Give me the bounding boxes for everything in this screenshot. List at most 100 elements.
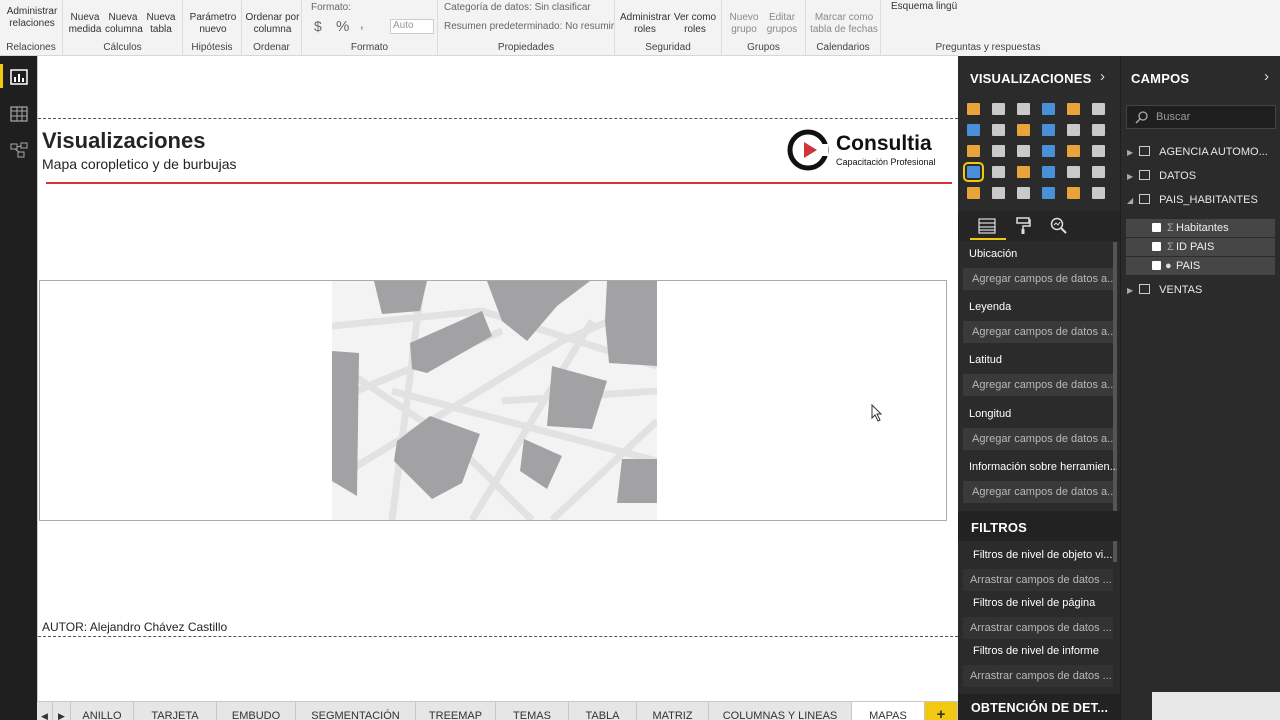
visual-type-icon[interactable] <box>992 166 1005 178</box>
visual-type-icon[interactable] <box>1092 145 1105 157</box>
field-checkbox[interactable] <box>1152 223 1161 232</box>
search-placeholder: Buscar <box>1156 111 1191 123</box>
well-drop-latitud[interactable]: Agregar campos de datos a... <box>963 374 1113 396</box>
visual-type-icon[interactable] <box>967 145 980 157</box>
well-drop-leyenda[interactable]: Agregar campos de datos a... <box>963 321 1113 343</box>
visual-type-icon[interactable] <box>1017 145 1030 157</box>
visual-type-icon[interactable] <box>992 145 1005 157</box>
edit-groups-button[interactable]: Editar grupos <box>764 12 800 36</box>
comma-button[interactable]: , <box>360 16 364 31</box>
tab-matriz[interactable]: MATRIZ <box>637 702 709 720</box>
visual-type-icon[interactable] <box>967 187 980 199</box>
well-drop-tooltips[interactable]: Agregar campos de datos a... <box>963 481 1113 503</box>
visual-type-icon[interactable] <box>1092 166 1105 178</box>
visual-type-icon[interactable] <box>1092 103 1105 115</box>
visual-type-icon[interactable] <box>1067 145 1080 157</box>
manage-roles-button[interactable]: Administrar roles <box>620 12 671 36</box>
table-datos[interactable]: ▶ DATOS <box>1127 170 1196 182</box>
visual-type-icon[interactable] <box>1092 187 1105 199</box>
new-parameter-button[interactable]: Parámetro nuevo <box>187 12 239 36</box>
field-habitantes[interactable]: Σ Habitantes <box>1126 219 1275 237</box>
visual-type-icon[interactable] <box>1042 166 1055 178</box>
visual-type-icon[interactable] <box>1042 103 1055 115</box>
visual-type-icon[interactable] <box>967 124 980 136</box>
new-table-button[interactable]: Nueva tabla <box>143 12 179 36</box>
viz-tab-strip <box>958 211 1120 241</box>
ribbon-group-seguridad: Administrar roles Ver como roles Segurid… <box>615 0 722 56</box>
visual-type-icon[interactable] <box>1017 124 1030 136</box>
data-icon[interactable] <box>10 106 28 122</box>
manage-relationships-button[interactable]: Administrar relaciones <box>2 6 62 30</box>
percent-button[interactable]: % <box>336 18 349 35</box>
fields-tab-icon[interactable] <box>978 218 996 234</box>
tab-temas[interactable]: TEMAS <box>496 702 569 720</box>
well-label-latitud: Latitud <box>969 354 1003 366</box>
view-as-roles-button[interactable]: Ver como roles <box>672 12 718 36</box>
ribbon-group-calculos: Nueva medida Nueva columna Nueva tabla C… <box>63 0 183 56</box>
visual-type-icon[interactable] <box>1067 103 1080 115</box>
tab-segmentacion[interactable]: SEGMENTACIÓN <box>296 702 416 720</box>
well-drop-longitud[interactable]: Agregar campos de datos a... <box>963 428 1113 450</box>
sort-by-column-button[interactable]: Ordenar por columna <box>245 12 300 36</box>
tab-scroll-right-icon[interactable]: ▶ <box>53 702 71 720</box>
report-icon[interactable] <box>10 69 28 85</box>
visual-type-icon[interactable] <box>967 103 980 115</box>
table-name: VENTAS <box>1159 284 1203 296</box>
field-checkbox[interactable] <box>1152 242 1161 251</box>
filters-header[interactable]: FILTROS <box>958 511 1120 541</box>
visual-type-icon[interactable] <box>1067 124 1080 136</box>
visual-type-icon[interactable] <box>1042 145 1055 157</box>
field-id-pais[interactable]: Σ ID PAIS <box>1126 238 1275 256</box>
new-group-button[interactable]: Nuevo grupo <box>726 12 762 36</box>
model-icon[interactable] <box>10 142 28 158</box>
field-pais[interactable]: ● PAIS <box>1126 257 1275 275</box>
filter-report-level-drop[interactable]: Arrastrar campos de datos ... <box>963 665 1113 687</box>
field-checkbox[interactable] <box>1152 261 1161 270</box>
expand-chevron-icon: ▶ <box>1127 286 1134 295</box>
tab-mapas[interactable]: MAPAS <box>852 702 925 720</box>
visual-type-icon[interactable] <box>1042 124 1055 136</box>
filter-visual-level-drop[interactable]: Arrastrar campos de datos ... <box>963 569 1113 591</box>
tab-scroll-left-icon[interactable]: ◀ <box>37 702 53 720</box>
table-pais-habitantes[interactable]: ◢ PAIS_HABITANTES <box>1127 194 1258 206</box>
currency-button[interactable]: $ <box>314 18 322 34</box>
collapse-fields-chevron-icon[interactable]: › <box>1264 68 1269 85</box>
tab-treemap[interactable]: TREEMAP <box>416 702 496 720</box>
visual-type-icon[interactable] <box>1017 166 1030 178</box>
mark-date-table-button[interactable]: Marcar como tabla de fechas <box>808 12 880 36</box>
analytics-magnifier-icon[interactable] <box>1050 217 1068 235</box>
new-column-button[interactable]: Nueva columna <box>105 12 143 36</box>
visual-type-icon[interactable] <box>1092 124 1105 136</box>
visual-type-icon[interactable] <box>992 124 1005 136</box>
tab-tabla[interactable]: TABLA <box>569 702 637 720</box>
visual-type-icon[interactable] <box>1017 187 1030 199</box>
add-page-button[interactable]: + <box>925 702 958 720</box>
new-measure-button[interactable]: Nueva medida <box>67 12 103 36</box>
visual-type-icon[interactable] <box>992 187 1005 199</box>
tab-embudo[interactable]: EMBUDO <box>217 702 296 720</box>
visual-type-icon[interactable] <box>992 103 1005 115</box>
group-label: Ordenar <box>253 42 290 53</box>
visual-type-icon[interactable] <box>1067 166 1080 178</box>
tab-tarjeta[interactable]: TARJETA <box>134 702 217 720</box>
well-drop-ubicacion[interactable]: Agregar campos de datos a... <box>963 268 1113 290</box>
summarization-dropdown[interactable]: Resumen predeterminado: No resumir <box>444 21 614 32</box>
visual-type-icon[interactable] <box>1042 187 1055 199</box>
tab-anillo[interactable]: ANILLO <box>71 702 134 720</box>
map-visual[interactable] <box>39 280 947 521</box>
visual-type-icon[interactable] <box>1017 103 1030 115</box>
drillthrough-header[interactable]: OBTENCIÓN DE DET... <box>958 694 1120 720</box>
table-ventas[interactable]: ▶ VENTAS <box>1127 284 1202 296</box>
collapse-viz-chevron-icon[interactable]: › <box>1100 68 1105 85</box>
visual-type-icon[interactable] <box>963 162 984 182</box>
format-paint-roller-icon[interactable] <box>1015 217 1031 235</box>
decimal-input[interactable]: Auto <box>390 19 434 34</box>
data-category-dropdown[interactable]: Categoría de datos: Sin clasificar <box>444 2 591 13</box>
filter-page-level-drop[interactable]: Arrastrar campos de datos ... <box>963 617 1113 639</box>
tab-columnas-y-lineas[interactable]: COLUMNAS Y LINEAS <box>709 702 852 720</box>
fields-search-box[interactable]: Buscar <box>1126 105 1276 129</box>
table-agencia[interactable]: ▶ AGENCIA AUTOMO... <box>1127 146 1268 158</box>
active-tab-indicator <box>970 238 1006 240</box>
visual-type-icon[interactable] <box>1067 187 1080 199</box>
ribbon-group-hipotesis: Parámetro nuevo Hipótesis <box>183 0 242 56</box>
